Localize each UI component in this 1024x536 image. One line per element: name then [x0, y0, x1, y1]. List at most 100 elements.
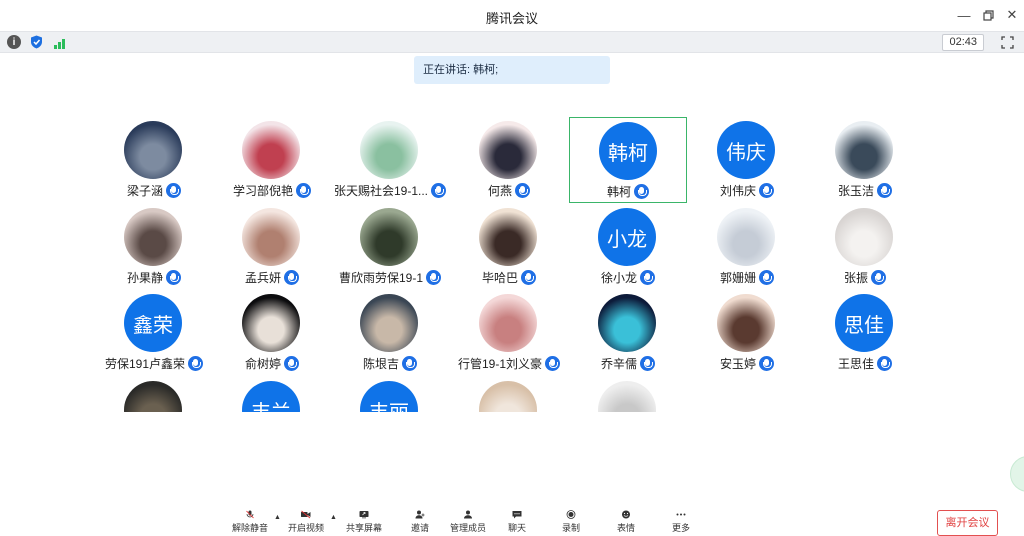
participant-name: 张天赐社会19-1... — [333, 183, 429, 198]
participant-tile[interactable] — [450, 377, 568, 412]
start-video-label: 开启视频 — [288, 523, 325, 533]
participant-name-row: 张玉洁 — [786, 181, 944, 199]
audio-options-caret[interactable]: ▲ — [274, 514, 282, 522]
avatar: 鑫荣 — [124, 294, 182, 352]
unmute-label: 解除静音 — [232, 523, 269, 533]
mic-icon — [284, 355, 299, 371]
record-button[interactable]: 录制 — [553, 510, 589, 534]
participant-name-row: 张振 — [786, 268, 944, 286]
mic-icon — [284, 269, 299, 285]
participant-name: 韩柯 — [606, 184, 631, 199]
emoji-button[interactable]: 表情 — [608, 510, 644, 534]
avatar: 丰丽 — [360, 381, 418, 412]
participant-tile[interactable]: 张玉洁 — [806, 117, 924, 203]
emoji-label: 表情 — [616, 523, 635, 533]
manage-members-label: 管理成员 — [450, 523, 487, 533]
mic-off-icon — [246, 510, 254, 519]
avatar — [479, 294, 537, 352]
avatar: 小龙 — [598, 208, 656, 266]
mic-icon — [166, 182, 181, 198]
participant-name: 曹欣雨劳保19-1 — [338, 270, 424, 285]
participant-name: 孙果静 — [126, 270, 163, 285]
participant-name: 毕哈巴 — [481, 270, 518, 285]
mic-icon — [402, 355, 417, 371]
avatar: 韩柯 — [599, 122, 657, 180]
participant-name: 梁子涵 — [126, 183, 163, 198]
unmute-button[interactable]: 解除静音 — [232, 510, 268, 534]
mic-icon — [515, 182, 530, 198]
record-icon — [566, 510, 576, 519]
avatar — [479, 208, 537, 266]
manage-members-button[interactable]: 管理成员 — [450, 510, 486, 534]
chat-icon — [512, 511, 522, 519]
avatar: 伟庆 — [717, 121, 775, 179]
avatar: 丰兰 — [242, 381, 300, 412]
video-options-caret[interactable]: ▲ — [330, 514, 338, 522]
meeting-toolbar: 解除静音 ▲ 开启视频 ▲ 共享屏幕 邀请 管理成员 聊天 录制 表情 更多 — [0, 500, 1024, 534]
mic-icon — [640, 355, 655, 371]
participant-name: 王思佳 — [837, 356, 874, 371]
participant-name: 劳保191卢鑫荣 — [104, 356, 186, 371]
participant-tile[interactable] — [95, 377, 213, 412]
avatar — [124, 381, 182, 412]
avatar — [242, 294, 300, 352]
avatar — [835, 208, 893, 266]
mic-icon — [640, 269, 655, 285]
chat-button[interactable]: 聊天 — [499, 510, 535, 534]
floating-assistant-button[interactable] — [1010, 456, 1024, 492]
avatar: 思佳 — [835, 294, 893, 352]
avatar — [124, 121, 182, 179]
mic-icon — [759, 355, 774, 371]
participant-name: 何燕 — [487, 183, 512, 198]
leave-meeting-button[interactable]: 离开会议 — [937, 510, 998, 536]
share-screen-label: 共享屏幕 — [346, 523, 383, 533]
mic-icon — [634, 183, 649, 199]
participant-name: 俞树婷 — [244, 356, 281, 371]
share-screen-icon — [359, 511, 369, 519]
avatar — [835, 121, 893, 179]
participant-tile[interactable] — [569, 377, 687, 412]
mic-icon — [877, 355, 892, 371]
avatar — [479, 121, 537, 179]
mic-icon — [877, 182, 892, 198]
more-icon — [676, 513, 686, 516]
mic-icon — [759, 182, 774, 198]
avatar — [717, 294, 775, 352]
avatar — [479, 381, 537, 412]
participant-name: 张振 — [843, 270, 868, 285]
more-label: 更多 — [671, 523, 690, 533]
avatar — [124, 208, 182, 266]
participant-name: 郭姗姗 — [719, 270, 756, 285]
mic-icon — [871, 269, 886, 285]
invite-label: 邀请 — [410, 523, 429, 533]
share-screen-button[interactable]: 共享屏幕 — [346, 510, 382, 534]
participant-tile[interactable]: 丰丽 — [331, 377, 449, 412]
participant-name: 陈垠吉 — [362, 356, 399, 371]
participant-tile[interactable]: 张振 — [806, 204, 924, 290]
invite-icon — [415, 510, 425, 519]
start-video-button[interactable]: 开启视频 — [288, 510, 324, 534]
avatar — [360, 208, 418, 266]
avatar — [598, 294, 656, 352]
mic-icon — [166, 269, 181, 285]
participant-name: 徐小龙 — [600, 270, 637, 285]
participant-name-row: 王思佳 — [786, 354, 944, 372]
avatar — [242, 208, 300, 266]
emoji-icon — [622, 510, 630, 519]
more-button[interactable]: 更多 — [663, 510, 699, 534]
participant-tile[interactable]: 丰兰 — [213, 377, 331, 412]
members-icon — [464, 510, 472, 519]
participant-name: 张玉洁 — [837, 183, 874, 198]
participant-name: 行管19-1刘义豪 — [457, 356, 543, 371]
avatar — [360, 121, 418, 179]
participant-name: 安玉婷 — [719, 356, 756, 371]
avatar — [598, 381, 656, 412]
avatar — [717, 208, 775, 266]
mic-icon — [521, 269, 536, 285]
speaking-indicator: 正在讲话: 韩柯; — [414, 56, 610, 84]
participant-name: 学习部倪艳 — [232, 183, 293, 198]
mic-icon — [296, 182, 311, 198]
video-off-icon — [301, 510, 311, 519]
invite-button[interactable]: 邀请 — [402, 510, 438, 534]
participant-tile[interactable]: 思佳 王思佳 — [806, 290, 924, 376]
